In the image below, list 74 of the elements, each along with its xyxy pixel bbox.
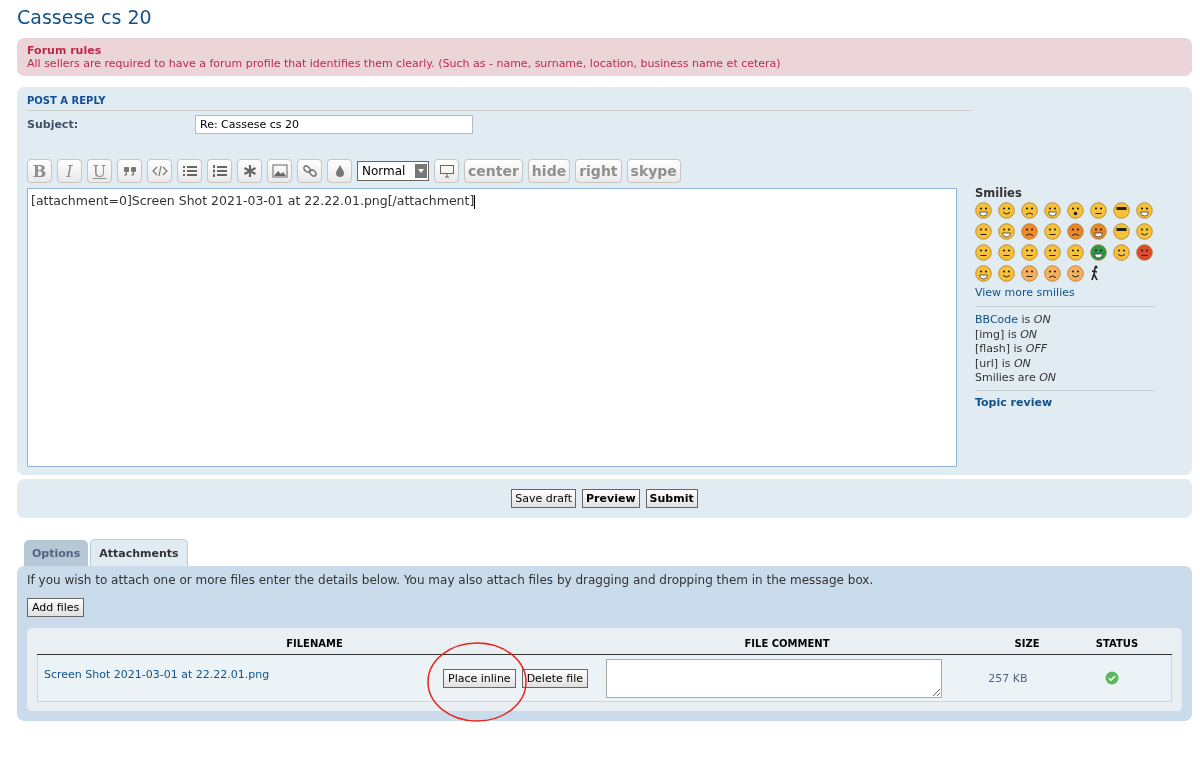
filename-link[interactable]: Screen Shot 2021-03-01 at 22.22.01.png bbox=[44, 655, 443, 681]
asterisk-button[interactable] bbox=[237, 159, 262, 183]
smiley-icon[interactable] bbox=[1113, 223, 1130, 240]
smiley-icon[interactable] bbox=[998, 265, 1015, 282]
smiley-icon[interactable] bbox=[1044, 265, 1061, 282]
smiley-icon[interactable] bbox=[1067, 202, 1084, 219]
page-title: Cassese cs 20 bbox=[17, 6, 153, 28]
smiley-icon[interactable] bbox=[1021, 265, 1038, 282]
link-button[interactable] bbox=[297, 159, 322, 183]
smiley-icon[interactable] bbox=[1090, 223, 1107, 240]
forum-rules-title: Forum rules bbox=[27, 44, 103, 57]
column-header: SIZE bbox=[1013, 638, 1041, 649]
option-status: [flash] is OFF bbox=[975, 342, 1049, 357]
smiley-icon[interactable] bbox=[975, 223, 992, 240]
subject-field[interactable]: Re: Cassese cs 20 bbox=[195, 115, 473, 134]
smiley-icon[interactable] bbox=[975, 244, 992, 261]
column-header: FILE COMMENT bbox=[743, 638, 831, 649]
smilies-heading: Smilies bbox=[975, 186, 1023, 200]
smiley-icon[interactable] bbox=[1044, 223, 1061, 240]
forum-rules-text: All sellers are required to have a forum profile that identifies them clearly. (Such as - name, surname, location, business name et cetera) bbox=[27, 57, 782, 70]
place-inline-button[interactable]: Place inline bbox=[443, 668, 516, 688]
color-button[interactable] bbox=[327, 159, 352, 183]
subject-label: Subject: bbox=[27, 118, 80, 131]
smiley-icon[interactable] bbox=[1136, 244, 1153, 261]
monitor-button[interactable] bbox=[434, 159, 459, 183]
message-textarea[interactable]: [attachment=0]Screen Shot 2021-03-01 at 22.22.01.png[/attachment] bbox=[27, 188, 957, 467]
smiley-icon[interactable] bbox=[1067, 223, 1084, 240]
smiley-icon[interactable] bbox=[1021, 223, 1038, 240]
smiley-icon[interactable] bbox=[1067, 265, 1084, 282]
quote-button[interactable] bbox=[117, 159, 142, 183]
form-button[interactable]: Save draft bbox=[511, 489, 577, 508]
image-icon bbox=[271, 164, 288, 178]
tab[interactable]: Attachments bbox=[90, 539, 188, 566]
bbcode-status: is ON bbox=[1021, 313, 1051, 326]
image-button[interactable] bbox=[267, 159, 292, 183]
smiley-icon[interactable] bbox=[1044, 244, 1061, 261]
font-size-select[interactable]: Normal bbox=[357, 161, 429, 181]
attachments-intro: If you wish to attach one or more files enter the details below. You may also attach files by dragging and dropping them in the message box. bbox=[27, 573, 875, 587]
chain-link-icon bbox=[301, 164, 318, 178]
stick-figure-icon[interactable] bbox=[1090, 265, 1100, 282]
quote-icon bbox=[121, 164, 138, 178]
form-button[interactable]: Submit bbox=[645, 489, 698, 508]
option-status: [img] is ON bbox=[975, 327, 1038, 342]
smiley-icon[interactable] bbox=[1021, 202, 1038, 219]
monitor-icon bbox=[438, 164, 455, 178]
column-header: STATUS bbox=[1094, 638, 1140, 649]
numbered-list-button[interactable] bbox=[207, 159, 232, 183]
smiley-icon[interactable] bbox=[1113, 202, 1130, 219]
smiley-icon[interactable] bbox=[1067, 244, 1084, 261]
post-reply-heading: POST A REPLY bbox=[27, 95, 972, 111]
smiley-icon[interactable] bbox=[998, 202, 1015, 219]
file-comment-field[interactable] bbox=[606, 658, 942, 698]
numbered-list-icon bbox=[211, 164, 228, 178]
add-files-button[interactable]: Add files bbox=[27, 598, 85, 617]
smiley-icon[interactable] bbox=[1090, 202, 1107, 219]
asterisk-icon bbox=[241, 164, 258, 178]
view-more-smilies-link[interactable]: View more smilies bbox=[975, 286, 1075, 299]
bbcode-link[interactable]: BBCode bbox=[975, 313, 1019, 326]
code-icon bbox=[151, 164, 168, 178]
topic-review-link[interactable]: Topic review bbox=[975, 389, 1155, 409]
column-header: FILENAME bbox=[285, 638, 344, 649]
smiley-icon[interactable] bbox=[998, 244, 1015, 261]
list-button[interactable] bbox=[177, 159, 202, 183]
file-size: 257 KB bbox=[987, 671, 1029, 685]
option-status: Smilies are ON bbox=[975, 371, 1058, 386]
form-button[interactable]: Preview bbox=[582, 489, 640, 508]
code-button[interactable] bbox=[147, 159, 172, 183]
option-status: [url] is ON bbox=[975, 356, 1032, 371]
smiley-icon[interactable] bbox=[1021, 244, 1038, 261]
smiley-icon[interactable] bbox=[1090, 244, 1107, 261]
smiley-icon[interactable] bbox=[1136, 223, 1153, 240]
smiley-icon[interactable] bbox=[1113, 244, 1130, 261]
delete-file-button[interactable]: Delete file bbox=[521, 668, 589, 688]
bullet-list-icon bbox=[181, 164, 198, 178]
